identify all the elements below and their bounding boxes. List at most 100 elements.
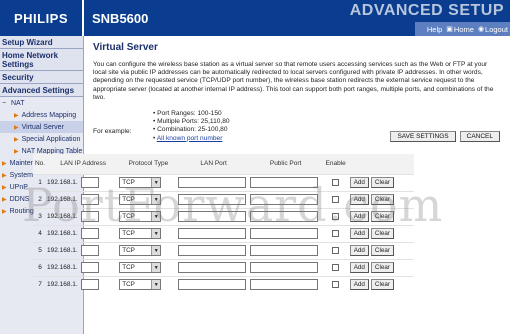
bullet-icon: ▶ bbox=[2, 196, 7, 203]
save-settings-button[interactable]: SAVE SETTINGS bbox=[390, 131, 456, 142]
add-button[interactable]: Add bbox=[349, 177, 369, 188]
lan-port-input[interactable] bbox=[177, 194, 246, 205]
row-number: 5 bbox=[33, 241, 47, 259]
protocol-select[interactable]: TCP ▼ bbox=[119, 177, 162, 188]
protocol-cell: TCP ▼ bbox=[119, 241, 178, 259]
sidebar-item-nat[interactable]: − NAT bbox=[0, 97, 83, 109]
col-protocol: Protocol Type bbox=[119, 154, 178, 174]
row-number: 2 bbox=[33, 190, 47, 208]
enable-cell bbox=[321, 173, 350, 191]
protocol-cell: TCP ▼ bbox=[119, 190, 178, 208]
ip-last-octet-input[interactable] bbox=[81, 262, 99, 273]
protocol-select[interactable]: TCP ▼ bbox=[119, 228, 162, 239]
sidebar-item-virtual-server[interactable]: ▶ Virtual Server bbox=[0, 121, 83, 133]
lan-port-input[interactable] bbox=[177, 279, 246, 291]
clear-button[interactable]: Clear bbox=[370, 262, 394, 273]
sidebar-item-advanced[interactable]: Advanced Settings bbox=[0, 84, 83, 97]
chevron-down-icon: ▼ bbox=[151, 263, 161, 272]
clear-button[interactable]: Clear bbox=[370, 245, 394, 256]
col-public-port: Public Port bbox=[249, 154, 322, 174]
public-port-cell bbox=[249, 275, 322, 293]
add-button[interactable]: Add bbox=[349, 228, 369, 239]
cancel-button[interactable]: CANCEL bbox=[459, 131, 500, 142]
enable-checkbox[interactable] bbox=[332, 263, 340, 271]
ip-last-octet-input[interactable] bbox=[81, 279, 99, 291]
add-button[interactable]: Add bbox=[349, 245, 369, 256]
add-button[interactable]: Add bbox=[349, 194, 369, 205]
clear-button[interactable]: Clear bbox=[370, 279, 394, 291]
enable-checkbox[interactable] bbox=[332, 178, 340, 186]
table-row: 3 192.168.1. TCP ▼ Add Clear bbox=[33, 207, 414, 225]
chevron-down-icon: ▼ bbox=[151, 280, 161, 290]
sidebar-item-security[interactable]: Security bbox=[0, 71, 83, 84]
ip-prefix: 192.168.1. bbox=[47, 179, 78, 187]
enable-checkbox[interactable] bbox=[332, 229, 340, 237]
sidebar-item-home-network[interactable]: Home Network Settings bbox=[0, 49, 83, 71]
bullet-icon: ▶ bbox=[14, 136, 19, 143]
public-port-input[interactable] bbox=[249, 228, 318, 239]
public-port-cell bbox=[249, 224, 322, 242]
public-port-input[interactable] bbox=[249, 177, 318, 188]
lan-port-cell bbox=[177, 207, 250, 225]
ip-last-octet-input[interactable] bbox=[81, 194, 99, 205]
enable-checkbox[interactable] bbox=[332, 246, 340, 254]
table-row: 7 192.168.1. TCP ▼ Add Clear bbox=[33, 275, 414, 293]
protocol-select[interactable]: TCP ▼ bbox=[119, 245, 162, 256]
public-port-input[interactable] bbox=[249, 211, 318, 222]
protocol-cell: TCP ▼ bbox=[119, 173, 178, 191]
page-title: Virtual Server bbox=[93, 42, 158, 53]
lan-port-input[interactable] bbox=[177, 262, 246, 273]
ip-last-octet-input[interactable] bbox=[81, 228, 99, 239]
clear-button[interactable]: Clear bbox=[370, 211, 394, 222]
logout-link[interactable]: ◉ Logout bbox=[478, 25, 508, 34]
public-port-cell bbox=[249, 173, 322, 191]
protocol-select[interactable]: TCP ▼ bbox=[119, 262, 162, 273]
lan-ip-cell: 192.168.1. bbox=[47, 258, 120, 276]
ip-last-octet-input[interactable] bbox=[81, 211, 99, 222]
lan-ip-cell: 192.168.1. bbox=[47, 224, 120, 242]
home-link[interactable]: ▣ Home bbox=[446, 25, 474, 34]
protocol-select[interactable]: TCP ▼ bbox=[119, 211, 162, 222]
row-number: 3 bbox=[33, 207, 47, 225]
home-icon: ▣ bbox=[446, 26, 453, 33]
col-enable: Enable bbox=[321, 154, 350, 174]
public-port-input[interactable] bbox=[249, 279, 318, 291]
clear-button[interactable]: Clear bbox=[370, 228, 394, 239]
add-button[interactable]: Add bbox=[349, 211, 369, 222]
add-button[interactable]: Add bbox=[349, 262, 369, 273]
protocol-cell: TCP ▼ bbox=[119, 207, 178, 225]
clear-button[interactable]: Clear bbox=[370, 194, 394, 205]
chevron-down-icon: ▼ bbox=[151, 195, 161, 204]
ip-last-octet-input[interactable] bbox=[81, 245, 99, 256]
enable-checkbox[interactable] bbox=[332, 195, 340, 203]
row-number: 7 bbox=[33, 275, 47, 293]
public-port-input[interactable] bbox=[249, 262, 318, 273]
protocol-select[interactable]: TCP ▼ bbox=[119, 279, 162, 291]
protocol-select[interactable]: TCP ▼ bbox=[119, 194, 162, 205]
enable-cell bbox=[321, 275, 350, 293]
enable-checkbox[interactable] bbox=[332, 212, 340, 220]
public-port-cell bbox=[249, 207, 322, 225]
lan-port-cell bbox=[177, 190, 250, 208]
clear-button[interactable]: Clear bbox=[370, 177, 394, 188]
sidebar-item-setup-wizard[interactable]: Setup Wizard bbox=[0, 36, 83, 49]
lan-port-input[interactable] bbox=[177, 177, 246, 188]
public-port-input[interactable] bbox=[249, 245, 318, 256]
toolbar: Help ▣ Home ◉ Logout bbox=[415, 22, 510, 36]
sidebar-item-address-mapping[interactable]: ▶ Address Mapping bbox=[0, 109, 83, 121]
actions-cell: Add Clear bbox=[349, 275, 414, 293]
lan-port-input[interactable] bbox=[177, 245, 246, 256]
lan-port-input[interactable] bbox=[177, 228, 246, 239]
add-button[interactable]: Add bbox=[349, 279, 369, 291]
help-link[interactable]: Help bbox=[427, 25, 442, 34]
row-number: 1 bbox=[33, 173, 47, 191]
actions-cell: Add Clear bbox=[349, 190, 414, 208]
public-port-input[interactable] bbox=[249, 194, 318, 205]
lan-port-input[interactable] bbox=[177, 211, 246, 222]
example-label: For example: bbox=[93, 128, 132, 136]
ip-last-octet-input[interactable] bbox=[81, 177, 99, 188]
enable-checkbox[interactable] bbox=[332, 281, 340, 289]
sidebar-item-special-application[interactable]: ▶ Special Application bbox=[0, 133, 83, 145]
all-ports-link[interactable]: All known port number bbox=[157, 135, 223, 142]
table-row: 4 192.168.1. TCP ▼ Add Clear bbox=[33, 224, 414, 242]
